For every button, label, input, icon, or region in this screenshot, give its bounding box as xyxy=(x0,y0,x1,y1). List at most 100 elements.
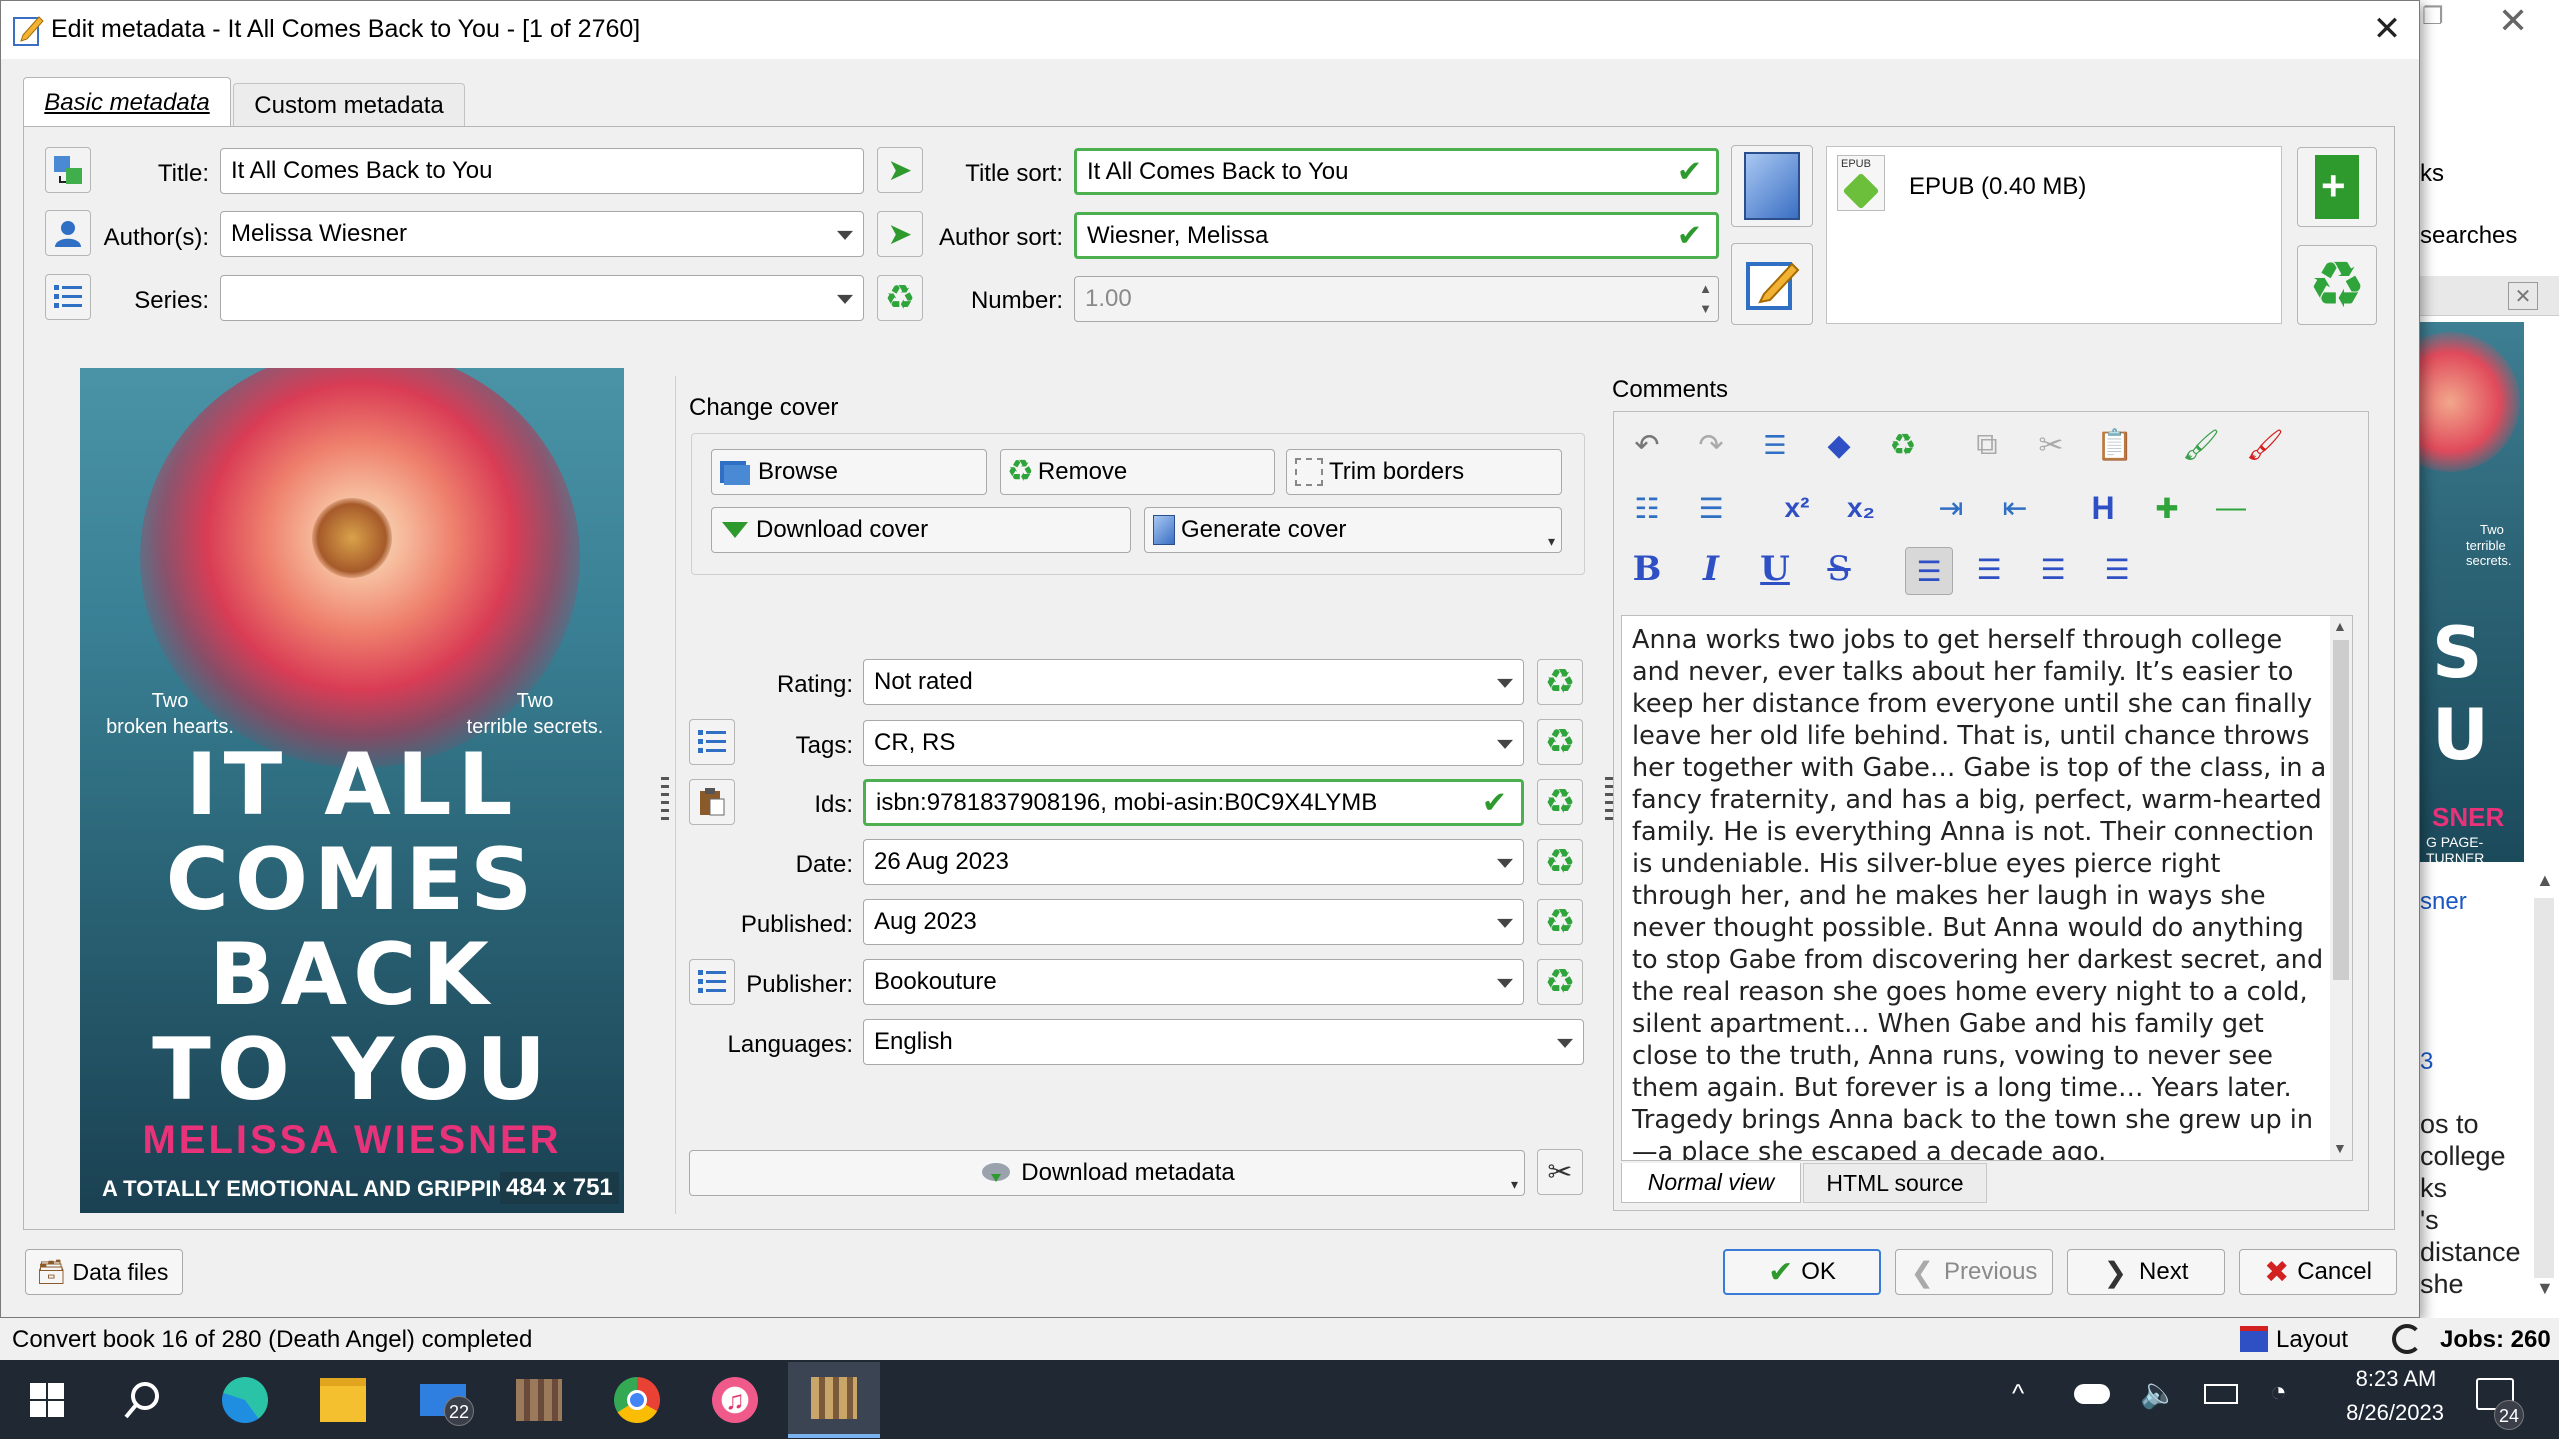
remove-cover-button[interactable]: ♻ Remove xyxy=(1000,449,1275,495)
bg-restore-icon[interactable]: ❐ xyxy=(2422,2,2444,31)
manage-publishers-button[interactable] xyxy=(689,959,735,1005)
wifi-icon[interactable]: ◔ xyxy=(2270,1376,2287,1408)
heading-icon[interactable]: H xyxy=(2083,488,2123,528)
chrome-taskbar-icon[interactable] xyxy=(604,1362,670,1438)
title-field[interactable]: It All Comes Back to You xyxy=(220,148,864,194)
underline-icon[interactable]: U xyxy=(1755,549,1795,589)
comments-scroll-up-icon[interactable]: ▲ xyxy=(2333,618,2347,634)
chevron-down-icon[interactable] xyxy=(837,294,853,304)
bg-scrollbar[interactable] xyxy=(2534,898,2554,1278)
select-all-icon[interactable]: ☰ xyxy=(1755,425,1795,465)
format-epub-item[interactable]: EPUB (0.40 MB) xyxy=(1909,173,2086,201)
authors-combobox[interactable]: Melissa Wiesner xyxy=(220,211,864,257)
trim-borders-button[interactable]: Trim borders xyxy=(1286,449,1562,495)
clock-date[interactable]: 8/26/2023 xyxy=(2320,1400,2470,1426)
copy-author-to-sort-button[interactable]: ➤ xyxy=(877,211,923,257)
clear-series-button[interactable]: ♻ xyxy=(877,275,923,321)
bg-scroll-down-icon[interactable]: ▼ xyxy=(2536,1278,2554,1299)
layout-button[interactable]: Layout xyxy=(2276,1326,2348,1354)
chevron-down-icon[interactable] xyxy=(837,230,853,240)
splitter-handle[interactable] xyxy=(1605,777,1613,825)
publisher-combobox[interactable]: Bookouture xyxy=(863,959,1524,1005)
add-format-button[interactable]: + xyxy=(2297,147,2377,227)
file-explorer-taskbar-icon[interactable] xyxy=(310,1362,376,1438)
clear-date-button[interactable]: ♻ xyxy=(1537,839,1583,885)
series-number-spinbox[interactable]: 1.00 ▲ ▼ xyxy=(1074,276,1719,322)
clock-time[interactable]: 8:23 AM xyxy=(2336,1366,2456,1392)
ids-field[interactable]: isbn:9781837908196, mobi-asin:B0C9X4LYMB… xyxy=(863,779,1524,826)
show-hidden-icons[interactable]: ^ xyxy=(2012,1378,2024,1409)
bg-panel-close-icon[interactable]: ✕ xyxy=(2508,282,2538,310)
author-sort-field[interactable]: Wiesner, Melissa ✔ xyxy=(1074,212,1719,259)
superscript-icon[interactable]: x² xyxy=(1777,488,1817,528)
insert-link-icon[interactable]: ✚ xyxy=(2147,488,2187,528)
clear-ids-button[interactable]: ♻ xyxy=(1537,779,1583,825)
redo-icon[interactable]: ↷ xyxy=(1691,425,1731,465)
chevron-down-icon[interactable] xyxy=(1497,739,1513,749)
next-button[interactable]: ❯ Next xyxy=(2067,1249,2225,1295)
menu-indicator-icon[interactable]: ▾ xyxy=(1511,1176,1518,1193)
rating-combobox[interactable]: Not rated xyxy=(863,659,1524,705)
title-sort-field[interactable]: It All Comes Back to You ✔ xyxy=(1074,148,1719,195)
tab-normal-view[interactable]: Normal view xyxy=(1621,1163,1801,1203)
book-cover-image[interactable]: Two broken hearts. Two terrible secrets.… xyxy=(80,368,624,1213)
indent-icon[interactable]: ⇥ xyxy=(1931,488,1971,528)
edge-taskbar-icon[interactable] xyxy=(212,1362,278,1438)
comments-text-area[interactable]: Anna works two jobs to get herself throu… xyxy=(1621,615,2353,1161)
strikethrough-icon[interactable]: S xyxy=(1819,549,1859,589)
configure-metadata-button[interactable]: ✂ xyxy=(1537,1149,1583,1195)
battery-icon[interactable] xyxy=(2204,1384,2238,1404)
download-metadata-button[interactable]: Download metadata ▾ xyxy=(689,1150,1525,1196)
formats-list[interactable]: EPUB EPUB (0.40 MB) xyxy=(1826,146,2282,324)
manage-series-button[interactable] xyxy=(45,274,91,320)
start-button[interactable] xyxy=(14,1362,80,1438)
spin-up-icon[interactable]: ▲ xyxy=(1699,281,1712,296)
jobs-count[interactable]: Jobs: 260 xyxy=(2440,1326,2551,1354)
chevron-down-icon[interactable] xyxy=(1497,978,1513,988)
edit-book-button[interactable] xyxy=(1731,243,1813,325)
clear-published-button[interactable]: ♻ xyxy=(1537,899,1583,945)
tab-html-source[interactable]: HTML source xyxy=(1803,1163,1987,1203)
comments-scroll-thumb[interactable] xyxy=(2333,640,2349,980)
tab-basic-metadata[interactable]: Basic metadata xyxy=(23,77,231,127)
paste-icon[interactable]: 📋 xyxy=(2095,425,2135,465)
close-icon[interactable]: ✕ xyxy=(2366,7,2408,51)
layout-icon[interactable] xyxy=(2240,1326,2268,1352)
browse-cover-button[interactable]: Browse xyxy=(711,449,987,495)
recycle-icon[interactable]: ♻ xyxy=(1883,425,1923,465)
manage-tags-button[interactable] xyxy=(689,719,735,765)
data-files-button[interactable]: 🗃 Data files xyxy=(25,1249,183,1295)
remove-format-button[interactable]: ♻ xyxy=(2297,245,2377,325)
numbered-list-icon[interactable]: ☷ xyxy=(1627,488,1667,528)
set-cover-from-format-button[interactable] xyxy=(1731,145,1813,227)
swap-title-author-button[interactable] xyxy=(45,147,91,193)
bullet-list-icon[interactable]: ☰ xyxy=(1691,488,1731,528)
search-button[interactable] xyxy=(110,1362,176,1438)
onedrive-icon[interactable] xyxy=(2074,1384,2110,1404)
spin-down-icon[interactable]: ▼ xyxy=(1699,301,1712,316)
subscript-icon[interactable]: x₂ xyxy=(1841,488,1881,528)
cut-icon[interactable]: ✂ xyxy=(2031,425,2071,465)
clear-publisher-button[interactable]: ♻ xyxy=(1537,959,1583,1005)
published-field[interactable]: Aug 2023 xyxy=(863,899,1524,945)
copy-icon[interactable]: ⧉ xyxy=(1967,425,2007,465)
copy-title-to-sort-button[interactable]: ➤ xyxy=(877,147,923,193)
align-right-icon[interactable]: ☰ xyxy=(2033,549,2073,589)
align-justify-icon[interactable]: ☰ xyxy=(2097,549,2137,589)
calibre-taskbar-icon[interactable] xyxy=(788,1362,880,1438)
itunes-taskbar-icon[interactable]: ♫ xyxy=(702,1362,768,1438)
align-left-icon[interactable]: ☰ xyxy=(1905,547,1953,595)
paste-ids-button[interactable] xyxy=(689,779,735,825)
date-field[interactable]: 26 Aug 2023 xyxy=(863,839,1524,885)
chevron-down-icon[interactable] xyxy=(1497,858,1513,868)
chevron-down-icon[interactable] xyxy=(1557,1038,1573,1048)
background-color-icon[interactable]: 🖌 xyxy=(2181,425,2221,465)
generate-cover-button[interactable]: Generate cover ▾ xyxy=(1144,507,1562,553)
ok-button[interactable]: ✔ OK xyxy=(1723,1249,1881,1295)
mail-taskbar-icon[interactable]: 22 xyxy=(410,1362,476,1438)
clear-rating-button[interactable]: ♻ xyxy=(1537,659,1583,705)
tab-custom-metadata[interactable]: Custom metadata xyxy=(233,83,465,127)
outdent-icon[interactable]: ⇤ xyxy=(1995,488,2035,528)
cancel-button[interactable]: ✖ Cancel xyxy=(2239,1249,2397,1295)
eraser-icon[interactable]: ◆ xyxy=(1819,425,1859,465)
